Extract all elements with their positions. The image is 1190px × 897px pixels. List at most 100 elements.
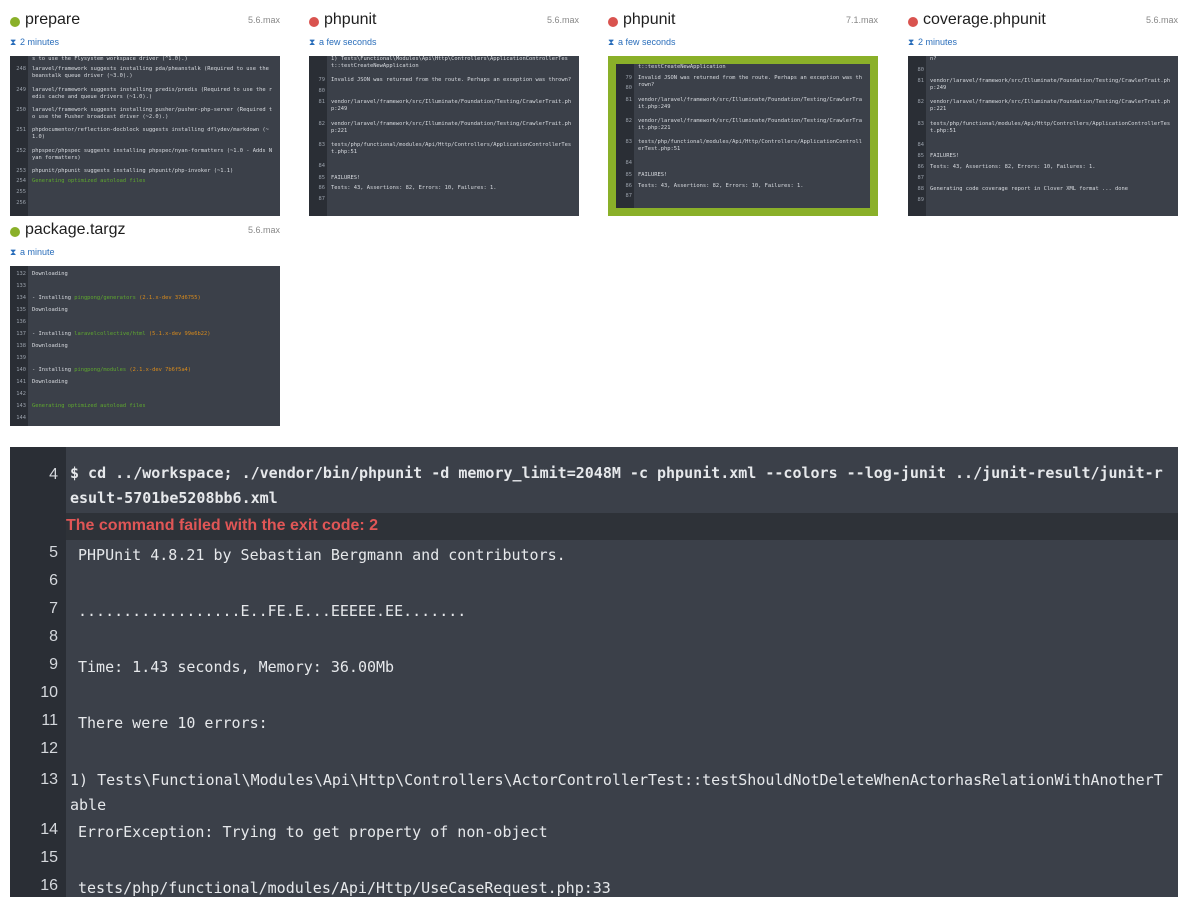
card-header: phpunit 5.6.max [309, 10, 579, 32]
thumb-line-package: pingpong/generators [74, 295, 136, 301]
card-title[interactable]: phpunit [623, 11, 676, 29]
thumb-line-number: 81 [917, 78, 925, 85]
log-thumbnail[interactable]: s to use the Flysystem workspace driver … [10, 56, 280, 216]
log-line-number: 14 [40, 821, 58, 838]
thumb-line-prefix: - Installing [32, 367, 75, 373]
log-line-number: 7 [49, 600, 58, 617]
thumb-line-text: Invalid JSON was returned from the route… [638, 74, 862, 88]
thumb-line-text: vendor/laravel/framework/src/Illuminate/… [331, 99, 572, 113]
card-title[interactable]: phpunit [324, 11, 377, 29]
thumb-line-number: 89 [917, 196, 925, 203]
thumb-line-text: Tests: 43, Assertions: 82, Errors: 10, F… [331, 185, 497, 192]
log-line-text: tests/php/functional/modules/Api/Http/Us… [78, 879, 611, 897]
card-header: prepare 5.6.max [10, 10, 280, 32]
log-line-number: 6 [49, 572, 58, 589]
thumb-line-number: 87 [318, 195, 326, 202]
thumb-line-version: (5.1.x-dev 99e6b22) [145, 331, 211, 337]
card-title[interactable]: package.targz [25, 221, 126, 239]
build-card[interactable]: coverage.phpunit 5.6.max ⧗ 2 minutes n? 80 81 v… [908, 10, 1178, 217]
thumb-line-text: t::testCreateNewApplication [638, 64, 726, 70]
log-line-number: 5 [49, 544, 58, 561]
build-card[interactable]: phpunit 7.1.max⧗ a few secondst::testCreat… [608, 10, 878, 217]
thumb-line-number: 80 [625, 85, 633, 92]
log-thumbnail[interactable]: 1) Tests\Functional\Modules\Api\Http\Con… [309, 56, 579, 216]
thumb-line-text: vendor/laravel/framework/src/Illuminate/… [930, 78, 1171, 92]
thumb-line-version: (2.1.x-dev 37d6755) [135, 295, 201, 301]
thumb-line-number: 134 [16, 295, 26, 301]
card-title[interactable]: prepare [25, 11, 80, 29]
failure-message: The command failed with the exit code: 2 [66, 517, 379, 534]
log-command-text: $ cd ../workspace; ./vendor/bin/phpunit … [70, 464, 1163, 507]
thumb-line-number: 83 [625, 139, 633, 146]
card-duration: ⧗ 2 minutes [908, 37, 957, 48]
build-card[interactable]: phpunit 5.6.max ⧗ a few seconds 1) Tests\Fun… [309, 10, 579, 217]
thumb-line-number: 82 [318, 120, 326, 127]
thumb-line-number: 79 [625, 74, 633, 81]
card-version: 5.6.max [247, 15, 280, 25]
log-line-text: ..................E..FE.E...EEEEE.EE....… [78, 602, 467, 620]
card-duration: ⧗ 2 minutes [10, 37, 59, 48]
thumb-line-text: phpdocumentor/reflection-docblock sugges… [32, 127, 269, 141]
thumb-line-text: vendor/laravel/framework/src/Illuminate/… [638, 96, 862, 110]
card-header: package.targz 5.6.max [10, 220, 280, 242]
thumb-line-text: - Installing laravelcollective/html (5.1… [32, 331, 274, 338]
card-title[interactable]: coverage.phpunit [923, 11, 1046, 29]
thumb-line-number: 86 [318, 185, 326, 192]
thumb-line-number: 139 [16, 355, 26, 361]
thumb-line-text: s to use the Flysystem workspace driver … [32, 56, 188, 62]
thumb-line-number: 144 [16, 415, 26, 421]
thumb-line-number: 132 [16, 271, 26, 277]
duration-text: a minute [20, 247, 55, 257]
thumb-line-number: 251 [16, 127, 26, 134]
thumb-line-number: 86 [917, 164, 925, 170]
thumb-line-number: 85 [917, 153, 925, 160]
thumb-line-number: 136 [16, 319, 26, 325]
status-dot-icon [608, 17, 618, 27]
thumb-line-text: n? [930, 56, 937, 62]
thumb-line-text: laravel/framework suggests installing pr… [32, 86, 273, 100]
log-thumbnail[interactable]: n? 80 81 vendor/laravel/framework/src/Illum… [908, 56, 1178, 216]
thumb-line-prefix: - Installing [32, 331, 75, 337]
thumb-line-text: Tests: 43, Assertions: 82, Errors: 10, F… [930, 164, 1096, 170]
build-log[interactable]: 4 $ cd ../workspace; ./vendor/bin/phpuni… [10, 447, 1178, 897]
thumb-line-prefix: - Installing [32, 295, 75, 301]
hourglass-icon: ⧗ [608, 37, 615, 47]
hourglass-icon: ⧗ [309, 37, 316, 47]
thumb-line-number: 84 [318, 163, 326, 169]
card-duration: ⧗ a minute [10, 247, 55, 258]
build-card[interactable]: package.targz 5.6.max ⧗ a minute 132 Download… [10, 220, 280, 427]
thumb-line-text: vendor/laravel/framework/src/Illuminate/… [331, 120, 572, 134]
thumb-line-text: tests/php/functional/modules/Api/Http/Co… [638, 139, 862, 153]
thumb-line-text: FAILURES! [331, 174, 361, 181]
log-thumbnail[interactable]: 132 Downloading 133 134 - Installing pingpon… [10, 266, 280, 426]
log-line-number: 9 [49, 656, 58, 673]
thumb-line-package: laravelcollective/html [74, 331, 146, 337]
card-version: 7.1.max [845, 15, 878, 25]
thumb-line-number: 84 [917, 141, 925, 148]
log-line-text: Time: 1.43 seconds, Memory: 36.00Mb [78, 658, 395, 676]
thumb-line-number: 250 [16, 107, 26, 113]
log-thumbnail[interactable]: t::testCreateNewApplication79 Invalid JSO… [608, 56, 878, 216]
thumb-line-number: 87 [625, 193, 633, 200]
thumb-line-text: - Installing pingpong/modules (2.1.x-dev… [32, 367, 274, 374]
build-card[interactable]: prepare 5.6.max ⧗ 2 minutes s to use the Fly… [10, 10, 280, 217]
hourglass-icon: ⧗ [10, 247, 17, 257]
log-line-number: 8 [49, 628, 58, 645]
thumb-line-version: (2.1.x-dev 7b6f5a4) [126, 367, 192, 373]
thumb-line-number: 256 [16, 199, 26, 206]
thumb-line-number: 248 [16, 66, 26, 73]
thumb-line-text: Downloading [32, 379, 68, 385]
duration-text: a few seconds [618, 37, 676, 47]
thumb-line-text: laravel/framework suggests installing pu… [32, 107, 273, 120]
thumb-line-text: laravel/framework suggests installing pd… [32, 66, 269, 80]
thumb-line-number: 82 [625, 118, 633, 124]
log-line-number: 10 [40, 684, 58, 701]
thumb-line-number: 86 [625, 182, 633, 189]
thumb-line-number: 83 [318, 141, 326, 148]
thumb-line-text: Downloading [32, 271, 68, 277]
thumb-line-number: 80 [318, 87, 326, 94]
thumb-line-number: 88 [917, 186, 925, 193]
thumb-line-number: 252 [16, 147, 26, 154]
thumb-line-text: Downloading [32, 343, 68, 349]
thumb-line-number: 255 [16, 188, 26, 195]
